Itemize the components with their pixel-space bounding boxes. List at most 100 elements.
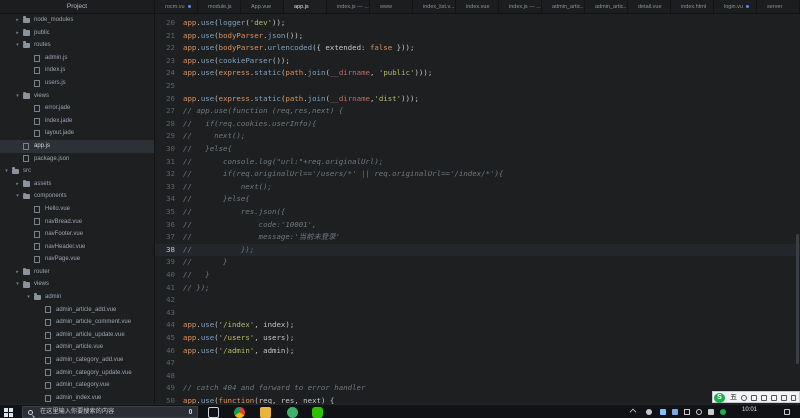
code-line[interactable]: 38 // }); [155,243,800,257]
code-line[interactable]: 47 [155,357,800,370]
code-line[interactable]: 50 app.use(function(req, res, next) { [155,395,800,404]
tree-file[interactable]: navHeader.vue [0,241,154,254]
punctuation-icon[interactable] [751,394,757,401]
atom-icon[interactable] [287,407,298,418]
editor-tab[interactable]: index.html [671,0,714,13]
scrollbar-thumb[interactable] [796,234,799,364]
code-line[interactable]: 21 app.use(bodyParser.json()); [155,30,800,43]
code-line[interactable]: 20 app.use(logger('dev')); [155,17,800,30]
tree-file[interactable]: navPage.vue [0,253,154,266]
ime-logo-icon[interactable]: S [714,392,725,403]
chrome-icon[interactable] [234,407,245,418]
tree-file[interactable]: admin_category_add.vue [0,354,154,367]
chevron-down-icon[interactable]: ▾ [25,291,32,304]
editor-tab[interactable]: admin_artic... [542,0,585,13]
editor-tab[interactable]: index.vue [456,0,499,13]
code-line[interactable]: 28 // if(req.cookies.userInfo){ [155,118,800,131]
tree-file[interactable]: index.js [0,64,154,77]
editor-tab[interactable]: server [757,0,800,13]
tree-folder[interactable]: ▾ admin [0,291,154,304]
code-line[interactable]: 41 // }); [155,282,800,295]
file-explorer-icon[interactable] [260,407,271,418]
editor-tab[interactable]: app.js [284,0,327,13]
network-icon[interactable] [660,409,666,415]
editor-tab[interactable]: module.js [198,0,241,13]
chevron-down-icon[interactable]: ▾ [14,190,21,203]
tree-file[interactable]: error.jade [0,102,154,115]
tree-file[interactable]: navBread.vue [0,216,154,229]
editor-tab[interactable]: rocm.vu [155,0,198,13]
chevron-down-icon[interactable]: ▾ [14,90,21,103]
tree-folder[interactable]: ▾ routes [0,39,154,52]
shield-icon[interactable] [672,409,678,415]
editor-tab[interactable]: www [370,0,413,13]
tree-file[interactable]: Hello.vue [0,203,154,216]
tree-file[interactable]: admin_index.vue [0,392,154,404]
tree-file[interactable]: admin_article_add.vue [0,304,154,317]
tree-folder[interactable]: ▾ views [0,278,154,291]
tree-file[interactable]: admin_category_update.vue [0,367,154,380]
tree-file[interactable]: admin_article.vue [0,341,154,354]
system-clock[interactable]: 10:01 [742,403,757,417]
code-line[interactable]: 37 // message:'当前未登录' [155,231,800,244]
code-line[interactable]: 23 app.use(cookieParser()); [155,55,800,68]
chevron-down-icon[interactable]: ▾ [3,165,10,178]
tree-folder[interactable]: ▸ public [0,27,154,40]
chevron-right-icon[interactable]: ▸ [14,178,21,191]
code-line[interactable]: 35 // res.json({ [155,206,800,219]
ime-tray-icon[interactable] [720,409,726,415]
code-line[interactable]: 49 // catch 404 and forward to error hand… [155,382,800,395]
code-line[interactable]: 26 app.use(express.static(path.join(__dir… [155,93,800,106]
wechat-icon[interactable] [312,407,323,418]
emoji-icon[interactable] [761,394,767,401]
tree-folder[interactable]: ▸ node_modules [0,14,154,27]
code-line[interactable]: 24 app.use(express.static(path.join(__dir… [155,67,800,80]
chevron-up-icon[interactable] [629,408,637,416]
volume-icon[interactable] [708,409,714,415]
code-line[interactable]: 34 // }else{ [155,193,800,206]
editor-tab[interactable]: login.vu [714,0,757,13]
editor-tab[interactable]: detail.vue [628,0,671,13]
code-editor[interactable]: 20 app.use(logger('dev')); 21 app.use(bodyP… [155,14,800,404]
chevron-right-icon[interactable]: ▸ [14,266,21,279]
tree-file[interactable]: admin.js [0,52,154,65]
tree-file[interactable]: admin_article_update.vue [0,329,154,342]
tree-file[interactable]: users.js [0,77,154,90]
code-line[interactable]: 45 app.use('/users', users); [155,332,800,345]
chevron-down-icon[interactable]: ▾ [14,39,21,52]
wifi-icon[interactable] [696,409,702,415]
code-line[interactable]: 29 // next(); [155,130,800,143]
battery-icon[interactable] [684,409,690,415]
code-line[interactable]: 31 // console.log("url:"+req.originalUrl)… [155,156,800,169]
tree-file[interactable]: layout.jade [0,127,154,140]
tree-file[interactable]: package.json [0,153,154,166]
moon-icon[interactable] [741,394,747,401]
tree-file[interactable]: admin_article_comment.vue [0,316,154,329]
notification-icon[interactable] [784,409,790,415]
start-button[interactable] [2,405,14,418]
keyboard-icon[interactable] [771,394,777,401]
tree-folder[interactable]: ▸ assets [0,178,154,191]
tree-folder[interactable]: ▾ src [0,165,154,178]
taskbar-search-box[interactable]: 在这里输入你要搜索的内容 [22,406,198,418]
code-line[interactable]: 39 // } [155,256,800,269]
code-line[interactable]: 33 // next(); [155,181,800,194]
tree-file[interactable]: app.js [0,139,154,153]
tree-file[interactable]: navFooter.vue [0,228,154,241]
tray-app-icon[interactable] [646,409,652,415]
editor-tab[interactable]: index.js — ... [499,0,542,13]
code-line[interactable]: 30 // }else{ [155,143,800,156]
editor-tab[interactable]: index_list.v... [413,0,456,13]
vertical-scrollbar[interactable] [795,14,800,404]
editor-tab[interactable]: admin_artic... [585,0,628,13]
settings-icon[interactable] [791,394,796,401]
task-view-icon[interactable] [208,407,219,418]
code-line[interactable]: 48 [155,370,800,383]
code-line[interactable]: 44 app.use('/index', index); [155,319,800,332]
tree-folder[interactable]: ▾ components [0,190,154,203]
code-line[interactable]: 25 [155,80,800,93]
tree-file[interactable]: index.jade [0,115,154,128]
code-line[interactable]: 40 // } [155,269,800,282]
editor-tab[interactable]: index.js — ... [327,0,370,13]
code-line[interactable]: 46 app.use('/admin', admin); [155,345,800,358]
